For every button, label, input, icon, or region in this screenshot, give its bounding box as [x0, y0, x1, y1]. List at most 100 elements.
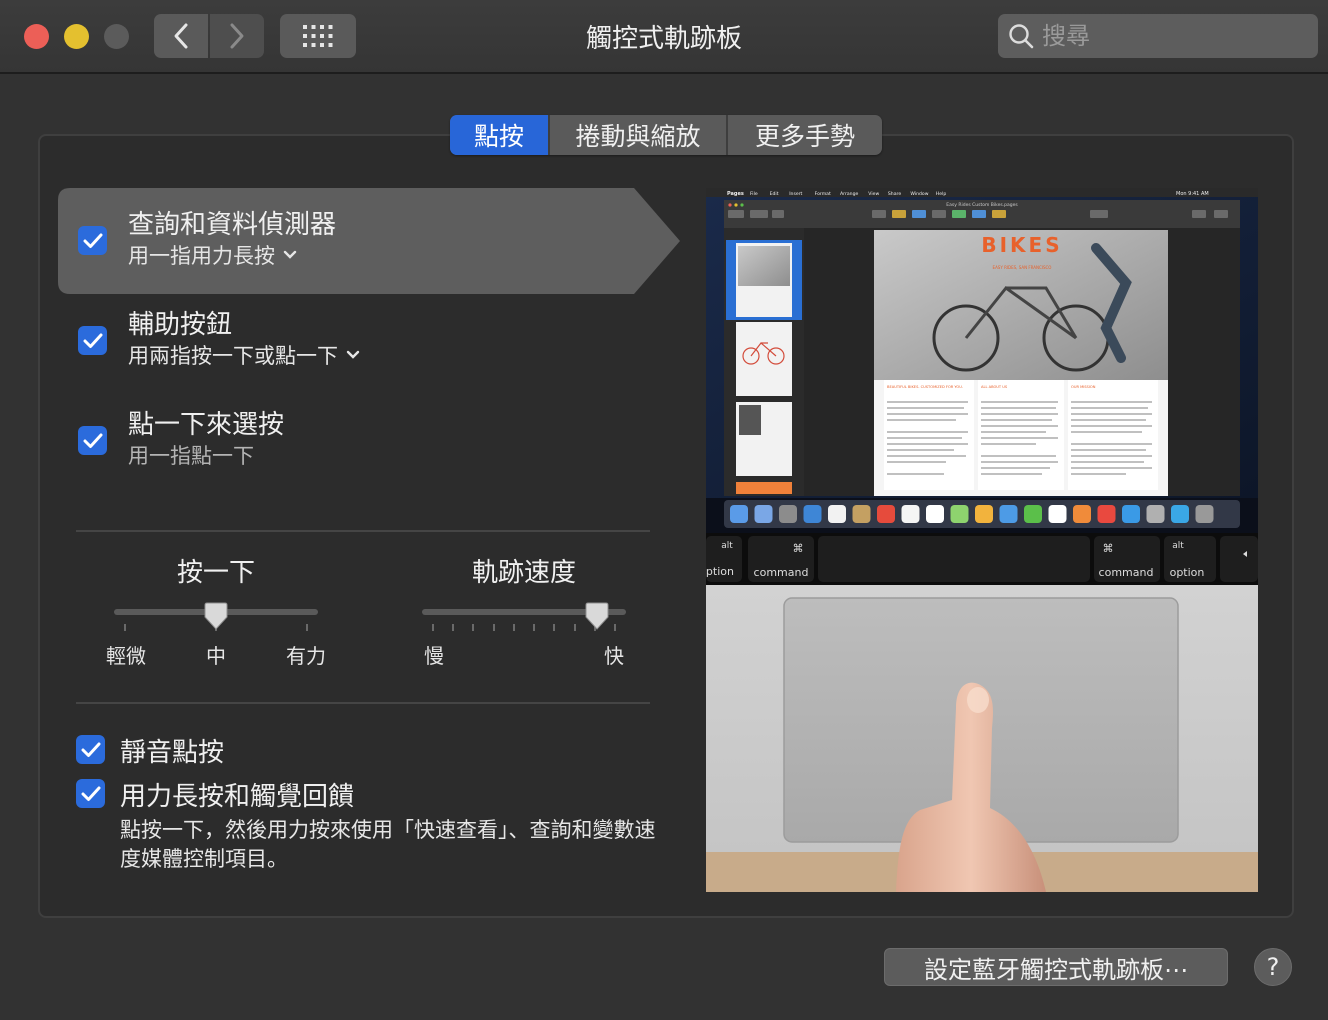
slider-tick — [472, 624, 475, 631]
silent-click-checkbox[interactable] — [76, 735, 105, 764]
dock-app-icon — [803, 505, 822, 523]
dock-app-icon — [950, 505, 969, 523]
tracking-slider-title: 軌跡速度 — [471, 558, 576, 588]
dock-app-icon — [1122, 505, 1140, 523]
preview-app-name: Pages — [727, 191, 744, 197]
lookup-checkbox[interactable] — [78, 226, 107, 255]
slider-tick — [124, 624, 126, 631]
dock-app-icon — [975, 505, 993, 523]
dock-app-icon — [1195, 505, 1214, 523]
click-slider-label-medium: 中 — [206, 644, 226, 668]
slider-tick — [614, 624, 616, 631]
search-field[interactable] — [998, 14, 1318, 58]
help-button[interactable]: ? — [1254, 948, 1292, 986]
preview-menu-item: Edit — [770, 191, 779, 197]
dock-app-icon — [1146, 505, 1165, 523]
preview-menu-item: View — [868, 191, 879, 197]
tracking-slider-knob[interactable] — [585, 602, 609, 630]
lookup-gesture-menu[interactable]: 用一指用力長按 — [128, 240, 297, 270]
minimize-window-button[interactable] — [64, 24, 89, 49]
option-secondary-click[interactable]: 輔助按鈕 用兩指按一下或點一下 — [58, 294, 680, 400]
slider-tick — [492, 624, 495, 631]
tab-point-click[interactable]: 點按 — [450, 115, 550, 155]
checkmark-icon — [83, 233, 102, 248]
click-slider-title: 按一下 — [176, 558, 255, 588]
search-icon — [1009, 24, 1034, 49]
divider — [76, 530, 650, 532]
dock-app-icon — [999, 505, 1018, 523]
show-all-button[interactable] — [280, 14, 356, 58]
divider — [76, 702, 650, 704]
close-window-button[interactable] — [24, 24, 49, 49]
checkmark-icon — [81, 786, 100, 801]
gesture-preview-video: Pages File Edit Insert Format Arrange View Sha… — [706, 188, 1258, 892]
key-label: option — [1170, 566, 1205, 579]
preview-menu-item: Help — [936, 191, 947, 197]
preview-menu-item: File — [750, 191, 758, 197]
doc-col-title: ALL ABOUT US — [981, 385, 1008, 389]
dock-app-icon — [1171, 505, 1189, 523]
fingernail — [967, 687, 989, 713]
slider-tick — [306, 624, 308, 631]
tab-scroll-zoom[interactable]: 捲動與縮放 — [550, 115, 728, 155]
silent-click-label: 靜音點按 — [120, 738, 225, 768]
back-button[interactable] — [154, 14, 208, 58]
forward-button[interactable] — [210, 14, 264, 58]
slider-tick — [573, 624, 576, 631]
preview-menu-item: Share — [888, 191, 901, 197]
dock-app-icon — [926, 505, 944, 523]
preview-menu-item: Window — [910, 191, 928, 197]
force-click-checkbox[interactable] — [76, 779, 105, 808]
dock-app-icon — [1073, 505, 1091, 523]
doc-col-title: OUR MISSION — [1071, 385, 1096, 389]
slider-tick — [553, 624, 556, 631]
search-input[interactable] — [1042, 22, 1292, 50]
force-click-label: 用力長按和觸覺回饋 — [120, 782, 355, 812]
grid-icon — [303, 25, 333, 47]
dock-app-icon — [1048, 505, 1067, 523]
slider-tick — [533, 624, 536, 631]
lookup-title: 查詢和資料偵測器 — [128, 210, 337, 240]
page-thumb — [736, 482, 792, 494]
dock-app-icon — [1097, 505, 1116, 523]
key-label: option — [706, 565, 734, 578]
doc-heading: BIKES — [981, 233, 1062, 257]
doc-subheading: EASY RIDES, SAN FRANCISCO — [993, 265, 1052, 270]
key-label: command — [754, 566, 809, 579]
zoom-window-button[interactable] — [104, 24, 129, 49]
tap-to-click-title: 點一下來選按 — [128, 410, 285, 440]
checkmark-icon — [83, 433, 102, 448]
key-arrow-left — [1220, 536, 1258, 582]
option-lookup-data-detectors[interactable]: 查詢和資料偵測器 用一指用力長按 — [58, 188, 680, 294]
key-space — [818, 536, 1090, 582]
dock-app-icon — [1024, 505, 1042, 523]
tap-to-click-checkbox[interactable] — [78, 426, 107, 455]
tab-bar: 點按 捲動與縮放 更多手勢 — [450, 115, 882, 155]
dock-app-icon — [901, 505, 920, 523]
checkmark-icon — [81, 742, 100, 757]
pages-doc-title: Easy Rides Custom Bikes.pages — [946, 202, 1018, 208]
click-slider-label-firm: 有力 — [286, 644, 326, 668]
tracking-slider-label-slow: 慢 — [424, 644, 444, 668]
checkmark-icon — [83, 333, 102, 348]
preview-menu-item: Format — [815, 191, 831, 197]
secondary-click-title: 輔助按鈕 — [128, 310, 233, 340]
dock-app-icon — [828, 505, 846, 523]
click-slider-label-light: 輕微 — [106, 644, 146, 668]
tab-more-gestures[interactable]: 更多手勢 — [728, 115, 882, 155]
doc-col-title: BEAUTIFUL BIKES. CUSTOMIZED FOR YOU. — [887, 385, 963, 389]
dock-app-icon — [877, 505, 895, 523]
preview-clock: Mon 9:41 AM — [1176, 191, 1209, 197]
title-bar: 觸控式軌跡板 — [0, 0, 1328, 74]
key-small-label: ⌘ — [1103, 542, 1114, 555]
dock-app-icon — [754, 505, 773, 523]
secondary-click-gesture-menu[interactable]: 用兩指按一下或點一下 — [128, 340, 360, 370]
setup-bluetooth-trackpad-button[interactable]: 設定藍牙觸控式軌跡板⋯ — [884, 948, 1228, 986]
secondary-click-checkbox[interactable] — [78, 326, 107, 355]
slider-tick — [512, 624, 515, 631]
click-slider-knob[interactable] — [204, 602, 228, 630]
preview-menu-item: Arrange — [840, 191, 858, 197]
option-tap-to-click[interactable]: 點一下來選按 用一指點一下 — [58, 394, 680, 500]
dock-app-icon — [779, 505, 797, 523]
secondary-click-gesture-label: 用兩指按一下或點一下 — [128, 344, 338, 368]
